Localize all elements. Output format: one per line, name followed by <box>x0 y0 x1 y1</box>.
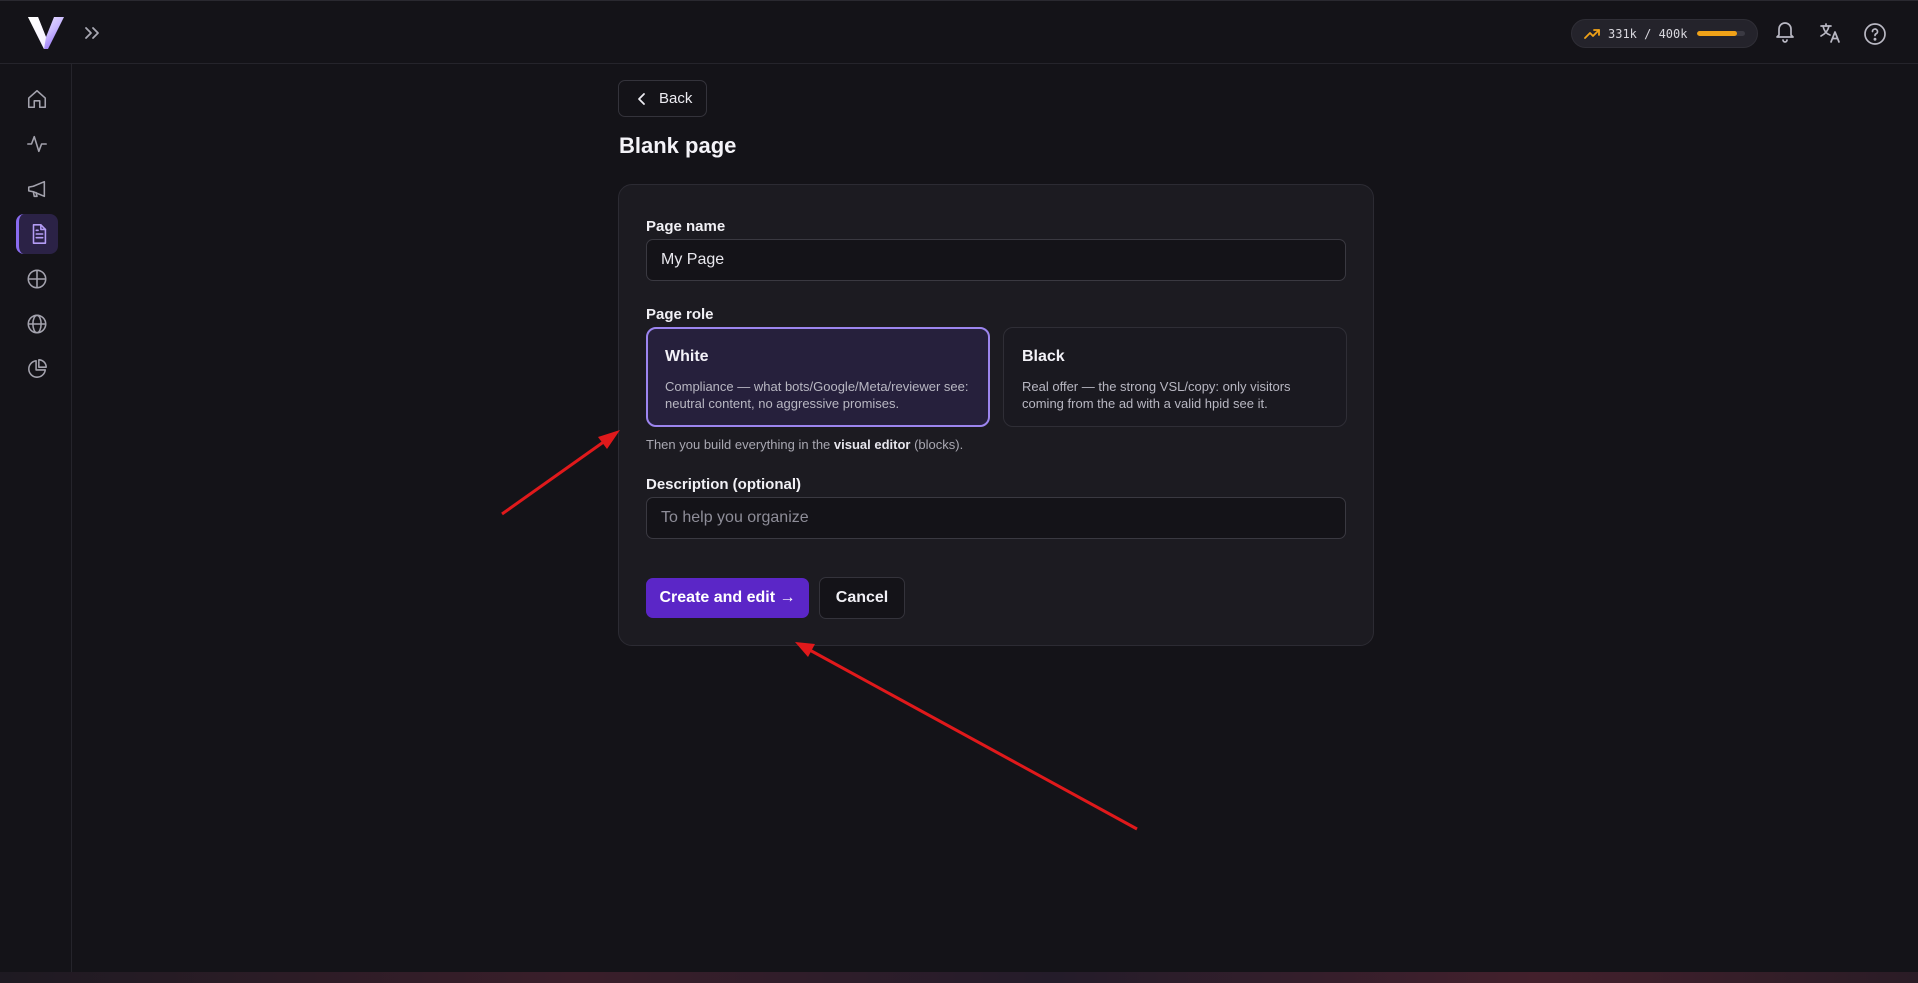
page-name-label: Page name <box>646 218 726 235</box>
document-icon <box>32 224 46 244</box>
create-page-form: Page name Page role White Compliance — w… <box>618 184 1374 646</box>
megaphone-icon <box>27 180 46 198</box>
sidebar-item-reports[interactable] <box>16 349 58 389</box>
activity-icon <box>27 135 47 153</box>
hint-suffix: (blocks). <box>910 437 964 452</box>
sidebar-item-campaigns[interactable] <box>16 169 58 209</box>
translate-icon[interactable] <box>1818 21 1842 45</box>
logo-icon[interactable] <box>26 15 66 51</box>
page-title: Blank page <box>619 133 737 158</box>
usage-bar-fill <box>1697 31 1738 36</box>
cancel-button[interactable]: Cancel <box>819 577 905 619</box>
sidebar-item-home[interactable] <box>16 79 58 119</box>
sidebar-item-domains[interactable] <box>16 304 58 344</box>
taskbar-strip <box>0 972 1918 983</box>
back-button[interactable]: Back <box>618 80 707 117</box>
create-and-edit-button[interactable]: Create and edit → <box>646 578 809 618</box>
usage-bar <box>1697 31 1746 36</box>
usage-text: 331k / 400k <box>1608 26 1688 41</box>
pie-chart-icon <box>28 359 47 378</box>
role-black-description: Real offer — the strong VSL/copy: only v… <box>1022 379 1291 411</box>
role-white-title: White <box>665 348 709 365</box>
role-black-title: Black <box>1022 348 1065 365</box>
hint-bold: visual editor <box>833 437 911 452</box>
hint-prefix: Then you build everything in the <box>646 437 834 452</box>
bell-icon[interactable] <box>1773 19 1797 43</box>
description-input[interactable] <box>646 497 1346 539</box>
chevron-left-icon <box>638 92 645 105</box>
back-label: Back <box>659 90 693 107</box>
home-icon <box>27 89 47 109</box>
role-option-black[interactable]: Black Real offer — the strong VSL/copy: … <box>1003 327 1347 427</box>
sidebar-item-pages[interactable] <box>16 214 58 254</box>
expand-icon[interactable] <box>82 23 102 43</box>
editor-hint: Then you build everything in the visual … <box>646 437 963 452</box>
sidebar-item-targeting[interactable] <box>16 259 58 299</box>
trend-up-icon <box>1584 28 1600 39</box>
description-label: Description (optional) <box>646 476 801 493</box>
page-name-input[interactable] <box>646 239 1346 281</box>
help-icon[interactable] <box>1863 22 1887 46</box>
usage-meter[interactable]: 331k / 400k <box>1571 19 1758 48</box>
arrow-to-create-button <box>795 642 1138 831</box>
sidebar <box>0 64 72 983</box>
arrow-to-white-role <box>501 430 620 516</box>
top-bar: 331k / 400k <box>0 0 1918 64</box>
role-white-description: Compliance — what bots/Google/Meta/revie… <box>665 379 969 411</box>
sidebar-item-activity[interactable] <box>16 124 58 164</box>
globe-icon <box>27 314 47 334</box>
role-option-white[interactable]: White Compliance — what bots/Google/Meta… <box>646 327 990 427</box>
crosshair-icon <box>27 269 47 289</box>
page-role-label: Page role <box>646 306 714 323</box>
